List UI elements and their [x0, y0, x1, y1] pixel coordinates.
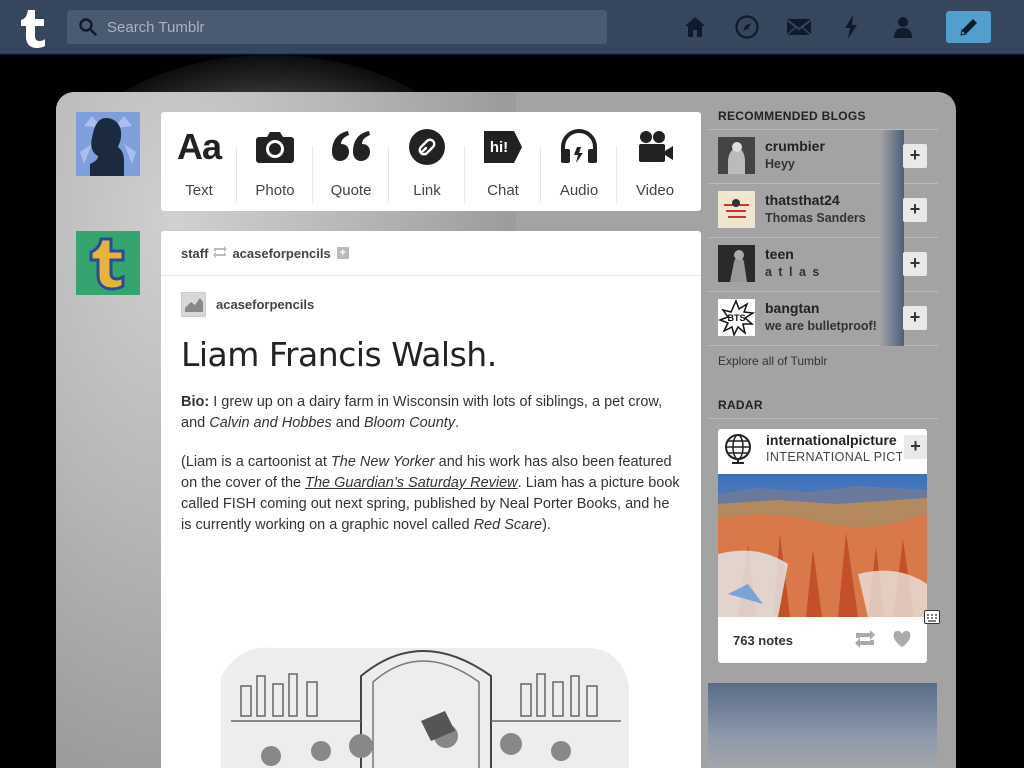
search-input[interactable] — [107, 18, 587, 36]
post-source: acaseforpencils — [161, 276, 701, 317]
post-type-bar: Aa Text Photo Quote Link hi! Chat Audio — [161, 112, 701, 211]
post-card: staff acaseforpencils + acaseforpencils … — [161, 231, 701, 768]
svg-text:hi!: hi! — [490, 139, 508, 156]
home-icon[interactable] — [682, 12, 708, 42]
like-heart-icon[interactable] — [892, 630, 912, 653]
blog-description: Thomas Sanders — [765, 211, 866, 225]
chat-icon: hi! — [482, 126, 524, 168]
post-type-label: Quote — [330, 182, 372, 199]
user-avatar[interactable] — [76, 112, 140, 176]
blog-avatar[interactable] — [718, 137, 755, 174]
explore-icon[interactable] — [734, 12, 760, 42]
tumblr-logo-icon[interactable] — [14, 6, 52, 48]
author-link[interactable]: acaseforpencils — [216, 297, 314, 312]
notes-count[interactable]: 763 notes — [733, 633, 793, 648]
text-icon: Aa — [176, 126, 222, 167]
radar-heading: RADAR — [718, 398, 763, 412]
post-type-label: Photo — [255, 182, 295, 199]
author-avatar[interactable] — [181, 292, 206, 317]
globe-avatar-icon[interactable] — [720, 431, 756, 467]
search-box[interactable] — [67, 10, 607, 44]
blog-description: Heyy — [765, 157, 795, 171]
blog-avatar[interactable]: BTS — [717, 299, 756, 338]
link-icon — [408, 126, 446, 168]
account-icon[interactable] — [890, 12, 916, 42]
recommended-blog-item[interactable]: BTS bangtan we are bulletproof! + — [708, 292, 938, 346]
post-bio-paragraph: Bio: I grew up on a dairy farm in Wiscon… — [181, 394, 663, 431]
guardian-link[interactable]: The Guardian’s Saturday Review — [305, 475, 518, 491]
follow-button[interactable]: + — [903, 198, 927, 222]
recommended-blog-item[interactable]: crumbier Heyy + — [708, 130, 938, 184]
blog-description: a t l a s — [765, 265, 821, 279]
reblogger-link[interactable]: staff — [181, 246, 208, 261]
quote-icon — [330, 126, 372, 168]
blog-name[interactable]: teen — [765, 246, 794, 262]
post-type-label: Link — [413, 182, 441, 199]
follow-button[interactable]: + — [903, 144, 927, 168]
recommended-blog-item[interactable]: teen a t l a s + — [708, 238, 938, 292]
follow-button[interactable]: + — [903, 306, 927, 330]
radar-blog-description: INTERNATIONAL PICTURE — [766, 450, 902, 464]
keyboard-shortcuts-icon[interactable] — [924, 610, 940, 624]
post-type-quote[interactable]: Quote — [313, 126, 389, 211]
post-type-label: Text — [185, 182, 213, 199]
activity-icon[interactable] — [838, 12, 864, 42]
blog-name[interactable]: bangtan — [765, 300, 819, 316]
search-icon — [79, 18, 97, 36]
top-navbar — [0, 0, 1024, 54]
post-title: Liam Francis Walsh. — [181, 335, 497, 374]
blog-description: we are bulletproof! — [765, 319, 877, 333]
post-body-paragraph: (Liam is a cartoonist at The New Yorker … — [181, 454, 680, 533]
video-icon — [635, 126, 675, 168]
blog-avatar[interactable] — [718, 245, 755, 282]
reblog-icon[interactable] — [854, 630, 876, 653]
reblog-icon — [213, 245, 228, 261]
post-header: staff acaseforpencils + — [161, 231, 701, 276]
radar-photo[interactable] — [718, 474, 927, 617]
explore-all-link[interactable]: Explore all of Tumblr — [718, 354, 827, 368]
post-type-audio[interactable]: Audio — [541, 126, 617, 211]
recommended-blogs-heading: RECOMMENDED BLOGS — [718, 109, 866, 123]
follow-button[interactable]: + — [904, 435, 927, 459]
sidebar-footer-gradient — [708, 683, 937, 768]
post-type-link[interactable]: Link — [389, 126, 465, 211]
camera-icon — [255, 126, 295, 168]
blog-name[interactable]: thatsthat24 — [765, 192, 840, 208]
post-type-text[interactable]: Aa Text — [161, 126, 237, 211]
post-type-chat[interactable]: hi! Chat — [465, 126, 541, 211]
radar-blog-name[interactable]: internationalpicture — [766, 432, 906, 448]
follow-plus-icon[interactable]: + — [336, 247, 349, 259]
pencil-icon — [959, 19, 977, 36]
post-type-photo[interactable]: Photo — [237, 126, 313, 211]
blog-avatar[interactable] — [718, 191, 755, 228]
blog-name[interactable]: crumbier — [765, 138, 825, 154]
post-type-label: Video — [635, 182, 675, 199]
svg-text:BTS: BTS — [728, 313, 746, 323]
post-type-label: Audio — [559, 182, 599, 199]
headphones-icon — [559, 126, 599, 168]
post-type-video[interactable]: Video — [617, 126, 693, 211]
cartoon-illustration[interactable] — [211, 626, 633, 768]
follow-button[interactable]: + — [903, 252, 927, 276]
staff-avatar[interactable] — [76, 231, 140, 295]
recommended-blog-item[interactable]: thatsthat24 Thomas Sanders + — [708, 184, 938, 238]
post-type-label: Chat — [487, 182, 519, 199]
reblog-source-link[interactable]: acaseforpencils — [232, 246, 330, 261]
compose-button[interactable] — [946, 11, 991, 43]
inbox-icon[interactable] — [786, 12, 812, 42]
radar-card: internationalpicture INTERNATIONAL PICTU… — [718, 429, 927, 663]
